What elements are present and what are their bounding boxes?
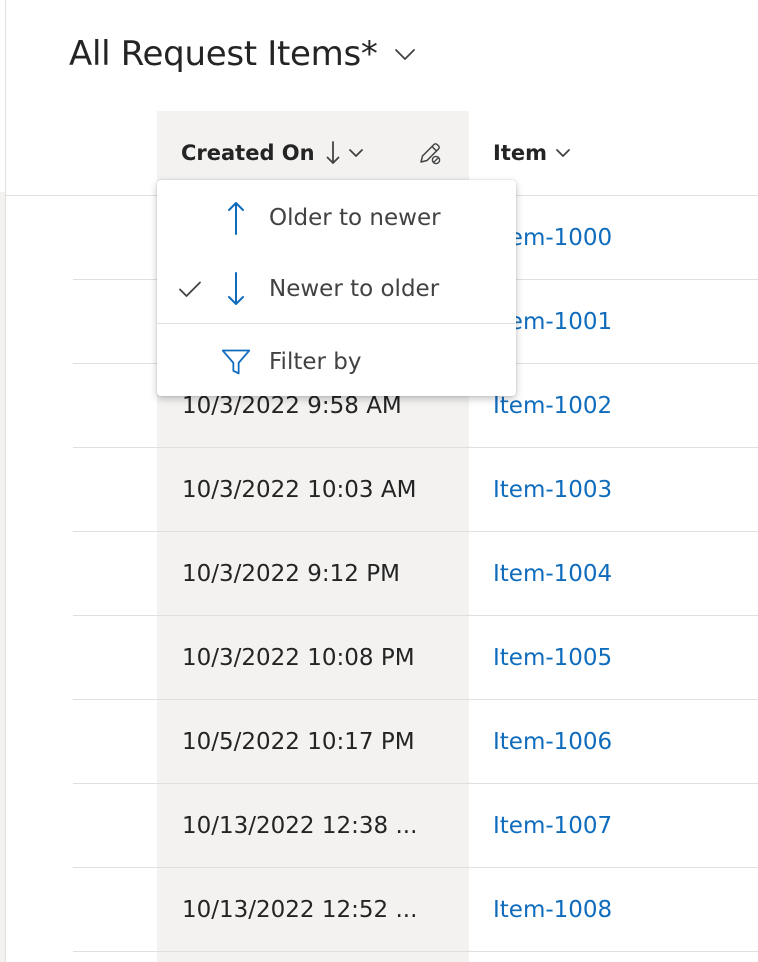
view-selector[interactable]: All Request Items* — [69, 30, 418, 78]
menu-item-label: Older to newer — [269, 205, 441, 231]
table-row[interactable]: 10/3/2022 10:03 AM Item-1003 — [0, 448, 758, 532]
chevron-down-icon[interactable] — [392, 41, 418, 67]
column-sort-menu: Older to newer Newer to older Filter by — [157, 180, 516, 396]
cell-created-on: 10/13/2022 12:52 ... — [182, 896, 418, 923]
menu-item-filter-by[interactable]: Filter by — [157, 326, 516, 398]
menu-item-newer-to-older[interactable]: Newer to older — [157, 253, 516, 325]
table-row[interactable]: 10/5/2022 10:17 PM Item-1006 — [0, 700, 758, 784]
arrow-up-icon — [221, 198, 251, 238]
menu-item-label: Newer to older — [269, 276, 440, 302]
table-row[interactable]: 10/13/2022 12:38 ... Item-1007 — [0, 784, 758, 868]
column-header-label: Created On — [181, 141, 315, 165]
chevron-down-icon[interactable] — [555, 145, 571, 161]
left-panel-edge-top — [0, 0, 6, 192]
sort-descending-icon — [326, 140, 340, 166]
cell-created-on: 10/3/2022 10:03 AM — [182, 476, 417, 503]
table-row[interactable]: 10/3/2022 10:08 PM Item-1005 — [0, 616, 758, 700]
cell-item-link[interactable]: Item-1005 — [493, 616, 612, 699]
view-title: All Request Items* — [69, 34, 378, 74]
menu-item-label: Filter by — [269, 349, 362, 375]
cell-item-link[interactable]: Item-1008 — [493, 868, 612, 951]
menu-item-older-to-newer[interactable]: Older to newer — [157, 182, 516, 254]
menu-divider — [157, 323, 516, 324]
row-divider — [73, 951, 758, 952]
arrow-down-icon — [221, 269, 251, 309]
checkmark-icon — [175, 274, 205, 304]
column-header-label: Item — [493, 141, 547, 165]
table-row[interactable]: 10/3/2022 9:12 PM Item-1004 — [0, 532, 758, 616]
cell-created-on: 10/5/2022 10:17 PM — [182, 728, 415, 755]
cell-created-on: 10/3/2022 9:12 PM — [182, 560, 400, 587]
cell-item-link[interactable]: Item-1003 — [493, 448, 612, 531]
cell-item-link[interactable]: Item-1004 — [493, 532, 612, 615]
cell-item-link[interactable]: Item-1006 — [493, 700, 612, 783]
filter-icon — [221, 342, 251, 382]
cell-created-on: 10/3/2022 10:08 PM — [182, 644, 415, 671]
edit-column-icon[interactable] — [415, 138, 445, 168]
table-row[interactable]: 10/13/2022 12:52 ... Item-1008 — [0, 868, 758, 952]
cell-created-on: 10/13/2022 12:38 ... — [182, 812, 418, 839]
chevron-down-icon[interactable] — [348, 145, 364, 161]
cell-item-link[interactable]: Item-1007 — [493, 784, 612, 867]
